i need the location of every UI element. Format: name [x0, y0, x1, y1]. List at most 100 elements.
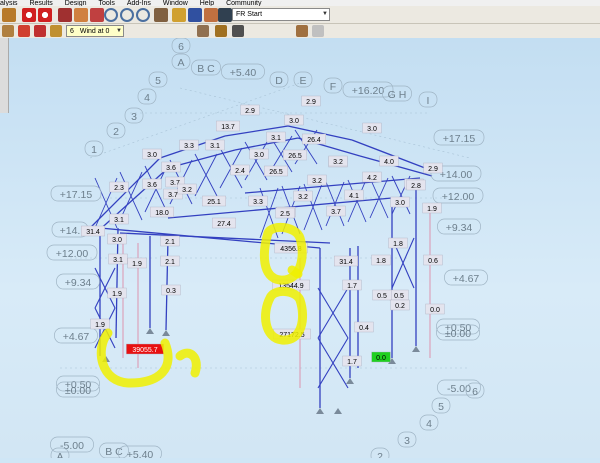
print-icon[interactable] [90, 8, 104, 22]
member-value: 1.8 [393, 241, 403, 248]
member-value: 3.0 [395, 200, 405, 207]
load-case-icon[interactable] [18, 25, 30, 37]
member-value: 25.1 [207, 199, 221, 206]
member-icon[interactable] [188, 8, 202, 22]
member-value: 1.9 [95, 322, 105, 329]
member-value: 2.5 [280, 211, 290, 218]
member-value: 1.9 [427, 206, 437, 213]
grid-label: +12.00 [56, 248, 89, 260]
member-value: 13.7 [221, 124, 235, 131]
settings-icon[interactable] [232, 25, 244, 37]
frame-member [115, 227, 119, 339]
support-icon [334, 408, 342, 414]
grid-label: +5.40 [127, 449, 154, 458]
loads-icon[interactable] [2, 25, 14, 37]
member-value: 0.0 [430, 307, 440, 314]
member-value: 4.0 [384, 159, 394, 166]
member-value: 0.0 [376, 355, 386, 362]
grid-label: G H [388, 89, 407, 101]
grid-label: 2 [377, 451, 383, 458]
member-value: 0.3 [166, 288, 176, 295]
member-value: 1.9 [132, 261, 142, 268]
view-selector-value: FR Start [236, 11, 263, 18]
member-value: 4.2 [367, 175, 377, 182]
member-value: 3.0 [147, 152, 157, 159]
undo-icon[interactable] [22, 8, 36, 22]
member-value: 31.4 [339, 259, 353, 266]
grid-label: +17.15 [60, 189, 93, 201]
grid-label: 5 [438, 401, 444, 413]
highlight-stroke [175, 348, 201, 378]
zoom-icon[interactable] [104, 8, 118, 22]
member-value: 27.4 [217, 221, 231, 228]
combination-icon[interactable] [34, 25, 46, 37]
chevron-down-icon: ▼ [322, 11, 328, 17]
zoom-fit-icon[interactable] [136, 8, 150, 22]
options-icon[interactable] [312, 25, 324, 37]
view-icon[interactable] [154, 8, 168, 22]
display-icon[interactable] [197, 25, 209, 37]
grid-label: E [299, 75, 306, 87]
grid-label: I [427, 95, 430, 107]
member-value: 3.0 [367, 126, 377, 133]
calculate-icon[interactable] [74, 8, 88, 22]
member-value: 39055.7 [132, 347, 157, 354]
load-case-selector[interactable]: 6 Wind at 0 ▼ [66, 25, 124, 37]
zoom-window-icon[interactable] [120, 8, 134, 22]
section-icon[interactable] [204, 8, 218, 22]
member-value: 3.0 [289, 118, 299, 125]
grid-label: ±0.00 [65, 385, 91, 397]
member-value: 0.5 [394, 293, 404, 300]
member-value: 31.4 [86, 229, 100, 236]
member-value: 4.1 [349, 193, 359, 200]
member-value: 2.4 [235, 168, 245, 175]
view-selector[interactable]: FR Start ▼ [232, 8, 330, 21]
grid-label: +9.34 [446, 222, 473, 234]
member-value: 3.6 [147, 182, 157, 189]
side-panel-edge[interactable] [0, 38, 9, 113]
member-value: 2.9 [306, 99, 316, 106]
grid-label: A [177, 57, 184, 69]
frame-member [165, 237, 169, 331]
diagram-icon[interactable] [50, 25, 62, 37]
member-value: 3.1 [271, 135, 281, 142]
structure-view[interactable]: 6A B C5+5.40D E4F +16.20 G H I32+17.151+14.00… [0, 37, 600, 463]
open-icon[interactable] [2, 8, 16, 22]
grid-label: 1 [91, 144, 97, 156]
support-icon [146, 328, 154, 334]
grid-label: +17.15 [443, 133, 476, 145]
member-value: 0.4 [359, 325, 369, 332]
scale-icon[interactable] [215, 25, 227, 37]
load-case-name: Wind at 0 [79, 28, 110, 35]
grid-label: 5 [155, 75, 161, 87]
member-value: 3.0 [112, 237, 122, 244]
grid-label: +14. [60, 225, 81, 237]
member-value: 2.1 [165, 259, 175, 266]
member-value: 2.9 [245, 108, 255, 115]
grid-label: -5.00 [447, 383, 471, 395]
grid-label: +14.00 [440, 169, 473, 181]
member-value: 3.3 [184, 143, 194, 150]
redo-icon[interactable] [38, 8, 52, 22]
member-value: 1.7 [347, 359, 357, 366]
member-value: 26.5 [288, 153, 302, 160]
support-icon[interactable] [218, 8, 232, 22]
load-case-number: 6 [70, 28, 74, 35]
main-toolbar: FR Start ▼ [0, 6, 600, 24]
grid-label: +16.20 [352, 85, 385, 97]
grid-label: 3 [131, 111, 137, 123]
grid-label: 6 [178, 41, 184, 53]
node-icon[interactable] [172, 8, 186, 22]
chevron-down-icon: ▼ [116, 28, 122, 34]
model-viewport[interactable]: 6AB C 5 +5.40 D E 4 F +16.20 G H I 3 2 +17.15 1 +14.00… [0, 37, 600, 463]
member-value: 3.7 [168, 192, 178, 199]
member-value: 2.1 [165, 239, 175, 246]
results-table-icon[interactable] [58, 8, 72, 22]
load-toolbar: 6 Wind at 0 ▼ [0, 24, 600, 39]
grid-label: +12.00 [442, 191, 475, 203]
member-value: 3.2 [312, 178, 322, 185]
grid-label: 4 [426, 418, 432, 430]
grid-label: +4.67 [63, 331, 90, 343]
grid-label: F [330, 81, 336, 93]
structure-icon[interactable] [296, 25, 308, 37]
